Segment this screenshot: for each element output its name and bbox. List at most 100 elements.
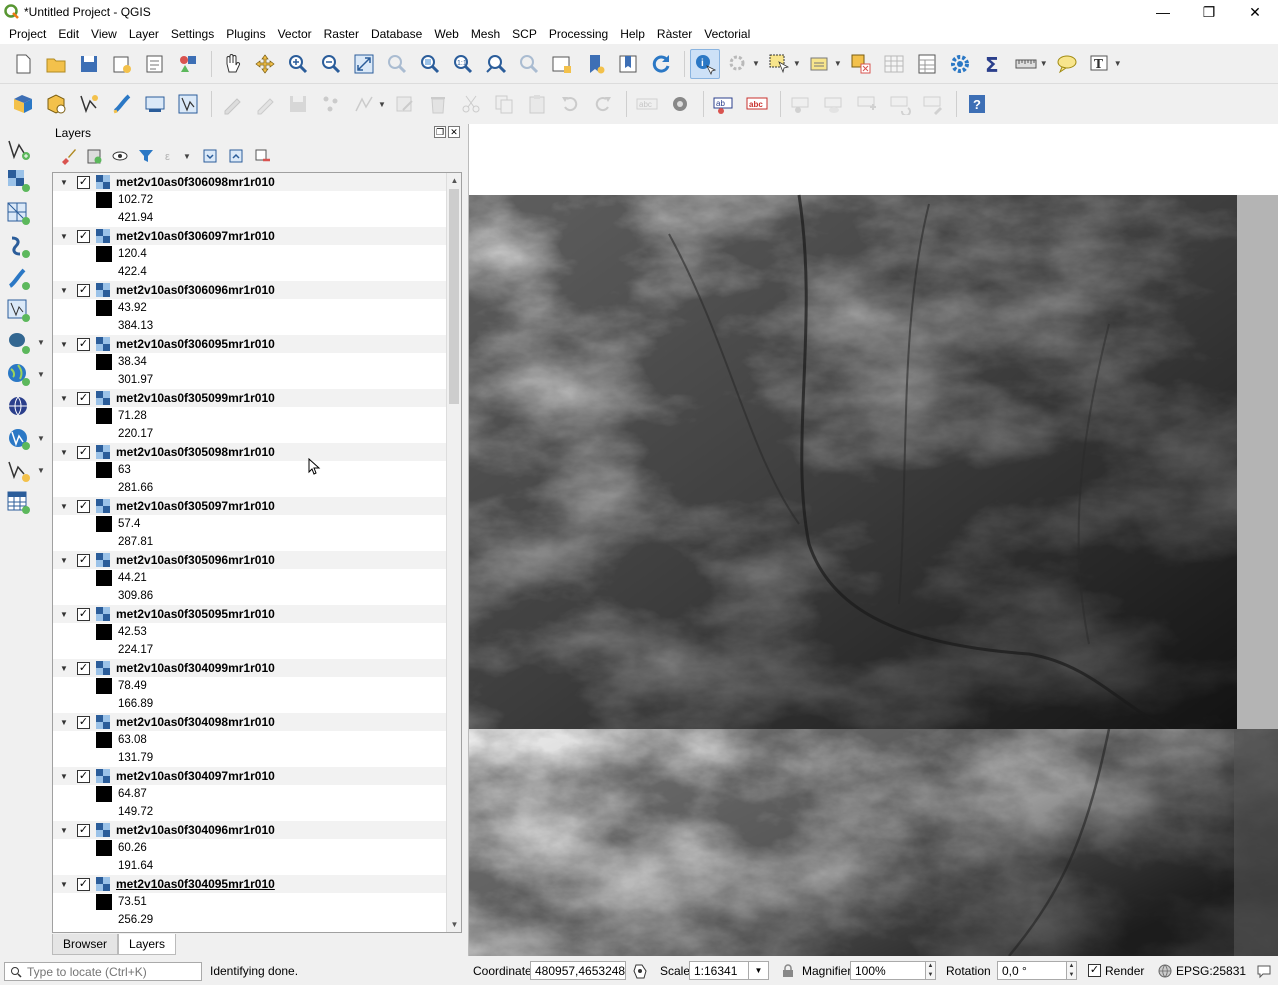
show-bookmarks-icon[interactable] xyxy=(613,49,643,79)
new-scratch-layer-icon[interactable] xyxy=(4,456,34,486)
new-virtual-layer-icon[interactable] xyxy=(140,89,170,119)
layer-diagram-icon[interactable]: abc xyxy=(742,89,772,119)
scroll-up-arrow-icon[interactable]: ▲ xyxy=(447,173,461,188)
layer-visibility-checkbox[interactable]: ✓ xyxy=(77,661,90,675)
layer-row[interactable]: ▼ ✓ met2v10as0f306096mr1r010 xyxy=(53,281,447,299)
zoom-out-icon[interactable] xyxy=(316,49,346,79)
layer-visibility-checkbox[interactable]: ✓ xyxy=(77,229,90,243)
layer-visibility-checkbox[interactable]: ✓ xyxy=(77,337,90,351)
filter-expression-icon[interactable]: ε xyxy=(161,145,183,167)
collapse-arrow-icon[interactable]: ▼ xyxy=(55,772,73,781)
layer-row[interactable]: ▼ ✓ met2v10as0f304099mr1r010 xyxy=(53,659,447,677)
add-vector-layer-icon[interactable] xyxy=(4,134,34,164)
collapse-arrow-icon[interactable]: ▼ xyxy=(55,286,73,295)
add-delimited-text-icon[interactable] xyxy=(4,232,34,262)
layer-row[interactable]: ▼ ✓ met2v10as0f304096mr1r010 xyxy=(53,821,447,839)
layer-row[interactable]: ▼ ✓ met2v10as0f305099mr1r010 xyxy=(53,389,447,407)
zoom-to-selection-icon[interactable] xyxy=(382,49,412,79)
chevron-down-icon[interactable]: ▼ xyxy=(37,466,45,475)
collapse-arrow-icon[interactable]: ▼ xyxy=(55,178,73,187)
render-checkbox[interactable]: ✓ xyxy=(1088,964,1101,977)
modify-attributes-icon[interactable] xyxy=(390,89,420,119)
new-project-icon[interactable] xyxy=(8,49,38,79)
layer-visibility-checkbox[interactable]: ✓ xyxy=(77,553,90,567)
layout-manager-icon[interactable] xyxy=(140,49,170,79)
layer-row[interactable]: ▼ ✓ met2v10as0f305095mr1r010 xyxy=(53,605,447,623)
menu-raster[interactable]: Raster xyxy=(318,24,365,44)
zoom-next-icon[interactable] xyxy=(514,49,544,79)
refresh-icon[interactable] xyxy=(646,49,676,79)
text-annotation-icon[interactable]: T xyxy=(1085,49,1115,79)
save-edits-icon[interactable] xyxy=(283,89,313,119)
open-attribute-table-icon[interactable] xyxy=(4,488,34,518)
delete-selected-icon[interactable] xyxy=(423,89,453,119)
zoom-in-icon[interactable] xyxy=(283,49,313,79)
add-wfs-layer-icon[interactable] xyxy=(4,424,34,454)
close-panel-icon[interactable]: ✕ xyxy=(448,126,460,138)
field-calculator-icon[interactable] xyxy=(912,49,942,79)
data-source-manager-icon[interactable] xyxy=(8,89,38,119)
collapse-arrow-icon[interactable]: ▼ xyxy=(55,502,73,511)
deselect-all-icon[interactable] xyxy=(846,49,876,79)
attribute-table-icon[interactable] xyxy=(879,49,909,79)
locator-input[interactable] xyxy=(27,964,197,979)
collapse-arrow-icon[interactable]: ▼ xyxy=(55,718,73,727)
collapse-arrow-icon[interactable]: ▼ xyxy=(55,610,73,619)
remove-layer-icon[interactable] xyxy=(251,145,273,167)
layer-visibility-checkbox[interactable]: ✓ xyxy=(77,769,90,783)
collapse-arrow-icon[interactable]: ▼ xyxy=(55,448,73,457)
float-panel-icon[interactable]: ❐ xyxy=(434,126,446,138)
collapse-arrow-icon[interactable]: ▼ xyxy=(55,826,73,835)
layer-visibility-checkbox[interactable]: ✓ xyxy=(77,499,90,513)
restore-button[interactable]: ❐ xyxy=(1186,0,1232,24)
pan-hand-icon[interactable] xyxy=(217,49,247,79)
layer-tree-scrollbar[interactable]: ▲ ▼ xyxy=(446,173,461,932)
current-edits-icon[interactable] xyxy=(217,89,247,119)
layer-row[interactable]: ▼ ✓ met2v10as0f306098mr1r010 xyxy=(53,173,447,191)
layer-row[interactable]: ▼ ✓ met2v10as0f304098mr1r010 xyxy=(53,713,447,731)
tab-layers[interactable]: Layers xyxy=(118,934,177,955)
rotation-spinner[interactable]: ▲ ▼ xyxy=(1067,961,1077,980)
chevron-down-icon[interactable]: ▼ xyxy=(752,59,760,68)
identify-features-icon[interactable]: i xyxy=(690,48,720,79)
chevron-down-icon[interactable]: ▼ xyxy=(793,59,801,68)
chevron-down-icon[interactable]: ▼ xyxy=(183,152,191,161)
collapse-arrow-icon[interactable]: ▼ xyxy=(55,340,73,349)
layer-visibility-checkbox[interactable]: ✓ xyxy=(77,823,90,837)
chevron-down-icon[interactable]: ▼ xyxy=(378,100,386,109)
menu-help[interactable]: Help xyxy=(614,24,651,44)
menu-edit[interactable]: Edit xyxy=(52,24,85,44)
layer-labeling-icon[interactable]: ab xyxy=(709,89,739,119)
zoom-last-icon[interactable] xyxy=(481,49,511,79)
coordinate-field[interactable]: 480957,4653248 xyxy=(530,961,626,980)
measure-ruler-icon[interactable] xyxy=(1011,49,1041,79)
chevron-down-icon[interactable]: ▼ xyxy=(37,370,45,379)
add-wcs-layer-icon[interactable] xyxy=(4,392,34,422)
new-temporary-layer-icon[interactable] xyxy=(173,89,203,119)
tab-browser[interactable]: Browser xyxy=(52,934,119,955)
select-by-value-icon[interactable] xyxy=(805,49,835,79)
layer-row[interactable]: ▼ ✓ met2v10as0f305097mr1r010 xyxy=(53,497,447,515)
magnifier-field[interactable]: 100% xyxy=(850,961,926,980)
save-project-icon[interactable] xyxy=(74,49,104,79)
new-geopackage-icon[interactable] xyxy=(41,89,71,119)
chevron-down-icon[interactable]: ▼ xyxy=(37,338,45,347)
layer-row[interactable]: ▼ ✓ met2v10as0f304097mr1r010 xyxy=(53,767,447,785)
chevron-down-icon[interactable]: ▼ xyxy=(1114,59,1122,68)
collapse-arrow-icon[interactable]: ▼ xyxy=(55,394,73,403)
add-group-icon[interactable] xyxy=(83,145,105,167)
menu-scp[interactable]: SCP xyxy=(506,24,543,44)
add-raster-layer-icon[interactable] xyxy=(4,166,34,196)
layer-visibility-checkbox[interactable]: ✓ xyxy=(77,877,90,891)
add-mesh-layer-icon[interactable] xyxy=(4,199,34,229)
menu-raster-ca[interactable]: Ràster xyxy=(651,24,698,44)
help-question-icon[interactable]: ? xyxy=(962,89,992,119)
layer-row[interactable]: ▼ ✓ met2v10as0f306097mr1r010 xyxy=(53,227,447,245)
pan-to-selection-icon[interactable] xyxy=(250,49,280,79)
add-postgis-layer-icon[interactable] xyxy=(4,328,34,358)
undo-icon[interactable] xyxy=(555,89,585,119)
chevron-down-icon[interactable]: ▼ xyxy=(1040,59,1048,68)
layer-visibility-checkbox[interactable]: ✓ xyxy=(77,283,90,297)
run-action-icon[interactable] xyxy=(723,49,753,79)
change-label-icon[interactable] xyxy=(918,89,948,119)
